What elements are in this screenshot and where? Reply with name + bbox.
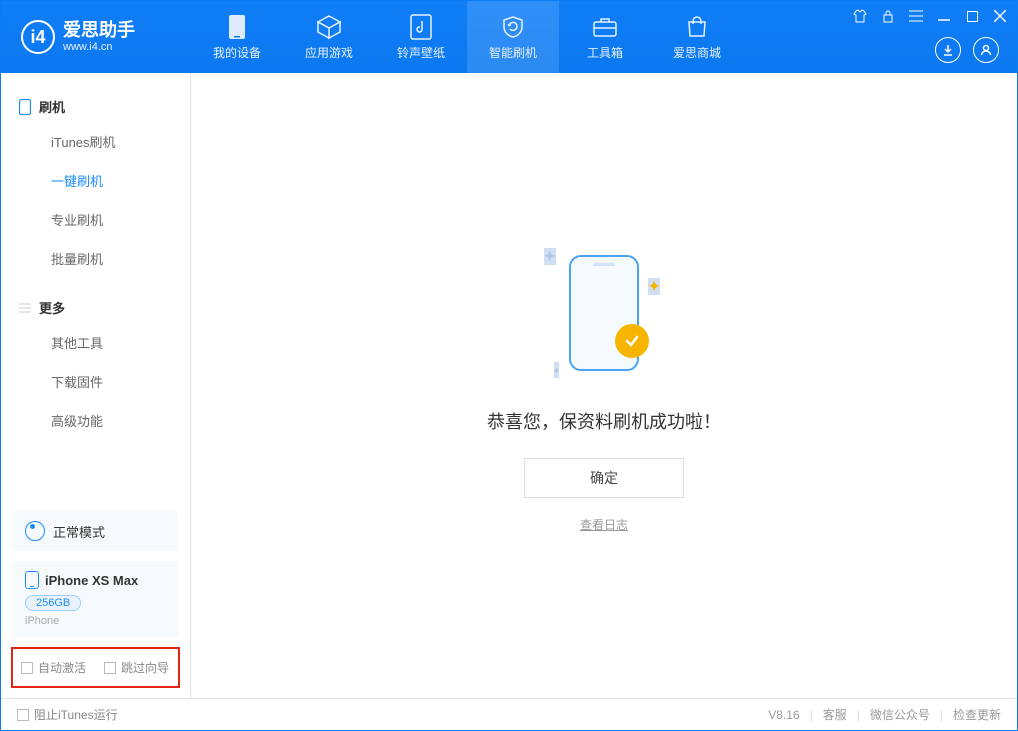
nav-tab-store[interactable]: 爱思商城: [651, 1, 743, 73]
device-icon: [19, 99, 31, 115]
nav-tab-label: 应用游戏: [305, 44, 353, 61]
nav-tab-toolbox[interactable]: 工具箱: [559, 1, 651, 73]
user-icon[interactable]: [973, 37, 999, 63]
lock-icon[interactable]: [881, 9, 895, 23]
confirm-button[interactable]: 确定: [524, 458, 684, 498]
sidebar-bottom: 正常模式 iPhone XS Max 256GB iPhone 自动激活: [1, 511, 190, 698]
header-right-icons: [935, 37, 999, 63]
tshirt-icon[interactable]: [853, 9, 867, 23]
separator: |: [857, 708, 860, 722]
mode-box[interactable]: 正常模式: [13, 511, 178, 551]
nav-tab-label: 工具箱: [587, 44, 623, 61]
nav-tab-label: 智能刷机: [489, 44, 537, 61]
checkbox-auto-activate[interactable]: 自动激活: [21, 659, 86, 676]
sidebar-section-flash: 刷机: [1, 91, 190, 122]
sidebar-item-pro-flash[interactable]: 专业刷机: [1, 200, 190, 239]
app-subtitle: www.i4.cn: [63, 41, 135, 53]
footer-link-support[interactable]: 客服: [823, 706, 847, 723]
device-name: iPhone XS Max: [45, 573, 138, 588]
body-area: 刷机 iTunes刷机 一键刷机 专业刷机 批量刷机 更多 其他工具 下载固件 …: [1, 73, 1017, 698]
nav-tab-label: 爱思商城: [673, 44, 721, 61]
device-box[interactable]: iPhone XS Max 256GB iPhone: [13, 561, 178, 637]
checkbox-icon: [21, 662, 33, 674]
phone-small-icon: [25, 571, 39, 589]
check-badge-icon: [615, 324, 649, 358]
checkbox-icon: [104, 662, 116, 674]
music-file-icon: [408, 14, 434, 40]
nav-tabs: 我的设备 应用游戏 铃声壁纸 智能刷机: [191, 1, 743, 73]
version-label: V8.16: [768, 708, 799, 722]
logo-area: i4 爱思助手 www.i4.cn: [1, 20, 191, 54]
maximize-button[interactable]: [965, 9, 979, 23]
refresh-shield-icon: [500, 14, 526, 40]
sidebar-item-batch-flash[interactable]: 批量刷机: [1, 239, 190, 278]
minimize-button[interactable]: [937, 9, 951, 23]
checkbox-label: 跳过向导: [121, 659, 169, 676]
success-message: 恭喜您，保资料刷机成功啦！: [487, 408, 721, 434]
footer: 阻止iTunes运行 V8.16 | 客服 | 微信公众号 | 检查更新: [1, 698, 1017, 730]
download-icon[interactable]: [935, 37, 961, 63]
logo-text: 爱思助手 www.i4.cn: [63, 21, 135, 53]
device-line: iPhone XS Max: [25, 571, 166, 589]
mode-icon: [25, 521, 45, 541]
checkbox-label: 自动激活: [38, 659, 86, 676]
sparkle-icon: •: [554, 362, 559, 378]
sidebar-item-download-firmware[interactable]: 下载固件: [1, 362, 190, 401]
separator: |: [810, 708, 813, 722]
nav-tab-label: 我的设备: [213, 44, 261, 61]
storage-badge: 256GB: [25, 595, 81, 611]
titlebar-controls: [853, 9, 1007, 23]
sparkle-icon: ✦: [648, 278, 660, 295]
highlighted-options-box: 自动激活 跳过向导: [11, 647, 180, 688]
close-button[interactable]: [993, 9, 1007, 23]
footer-left: 阻止iTunes运行: [17, 706, 118, 723]
sidebar-section-title: 刷机: [39, 97, 65, 116]
nav-tab-label: 铃声壁纸: [397, 44, 445, 61]
nav-tab-apps[interactable]: 应用游戏: [283, 1, 375, 73]
sidebar: 刷机 iTunes刷机 一键刷机 专业刷机 批量刷机 更多 其他工具 下载固件 …: [1, 73, 191, 698]
nav-tab-ringtones[interactable]: 铃声壁纸: [375, 1, 467, 73]
header: i4 爱思助手 www.i4.cn 我的设备 应用游戏: [1, 1, 1017, 73]
footer-link-wechat[interactable]: 微信公众号: [870, 706, 930, 723]
sidebar-section-title: 更多: [39, 298, 65, 317]
app-window: i4 爱思助手 www.i4.cn 我的设备 应用游戏: [0, 0, 1018, 731]
sparkle-icon: ✦: [544, 248, 556, 265]
logo-icon: i4: [21, 20, 55, 54]
checkbox-icon: [17, 709, 29, 721]
separator: |: [940, 708, 943, 722]
checkbox-skip-wizard[interactable]: 跳过向导: [104, 659, 169, 676]
phone-icon: [224, 14, 250, 40]
checkbox-label: 阻止iTunes运行: [34, 706, 118, 723]
cube-icon: [316, 14, 342, 40]
main-content: ✦ ✦ • 恭喜您，保资料刷机成功啦！ 确定 查看日志: [191, 73, 1017, 698]
bag-icon: [684, 14, 710, 40]
success-illustration: ✦ ✦ •: [514, 238, 694, 388]
sidebar-section-more: 更多: [1, 292, 190, 323]
toolbox-icon: [592, 14, 618, 40]
menu-icon[interactable]: [909, 9, 923, 23]
nav-tab-my-device[interactable]: 我的设备: [191, 1, 283, 73]
mode-label: 正常模式: [53, 522, 105, 541]
device-type: iPhone: [25, 615, 166, 627]
footer-right: V8.16 | 客服 | 微信公众号 | 检查更新: [768, 706, 1001, 723]
checkbox-block-itunes[interactable]: 阻止iTunes运行: [17, 706, 118, 723]
nav-tab-flash[interactable]: 智能刷机: [467, 1, 559, 73]
sidebar-item-itunes-flash[interactable]: iTunes刷机: [1, 122, 190, 161]
sidebar-item-oneclick-flash[interactable]: 一键刷机: [1, 161, 190, 200]
sidebar-item-advanced[interactable]: 高级功能: [1, 401, 190, 440]
footer-link-update[interactable]: 检查更新: [953, 706, 1001, 723]
view-log-link[interactable]: 查看日志: [580, 516, 628, 533]
sidebar-item-other-tools[interactable]: 其他工具: [1, 323, 190, 362]
app-title: 爱思助手: [63, 21, 135, 41]
list-icon: [19, 302, 31, 314]
